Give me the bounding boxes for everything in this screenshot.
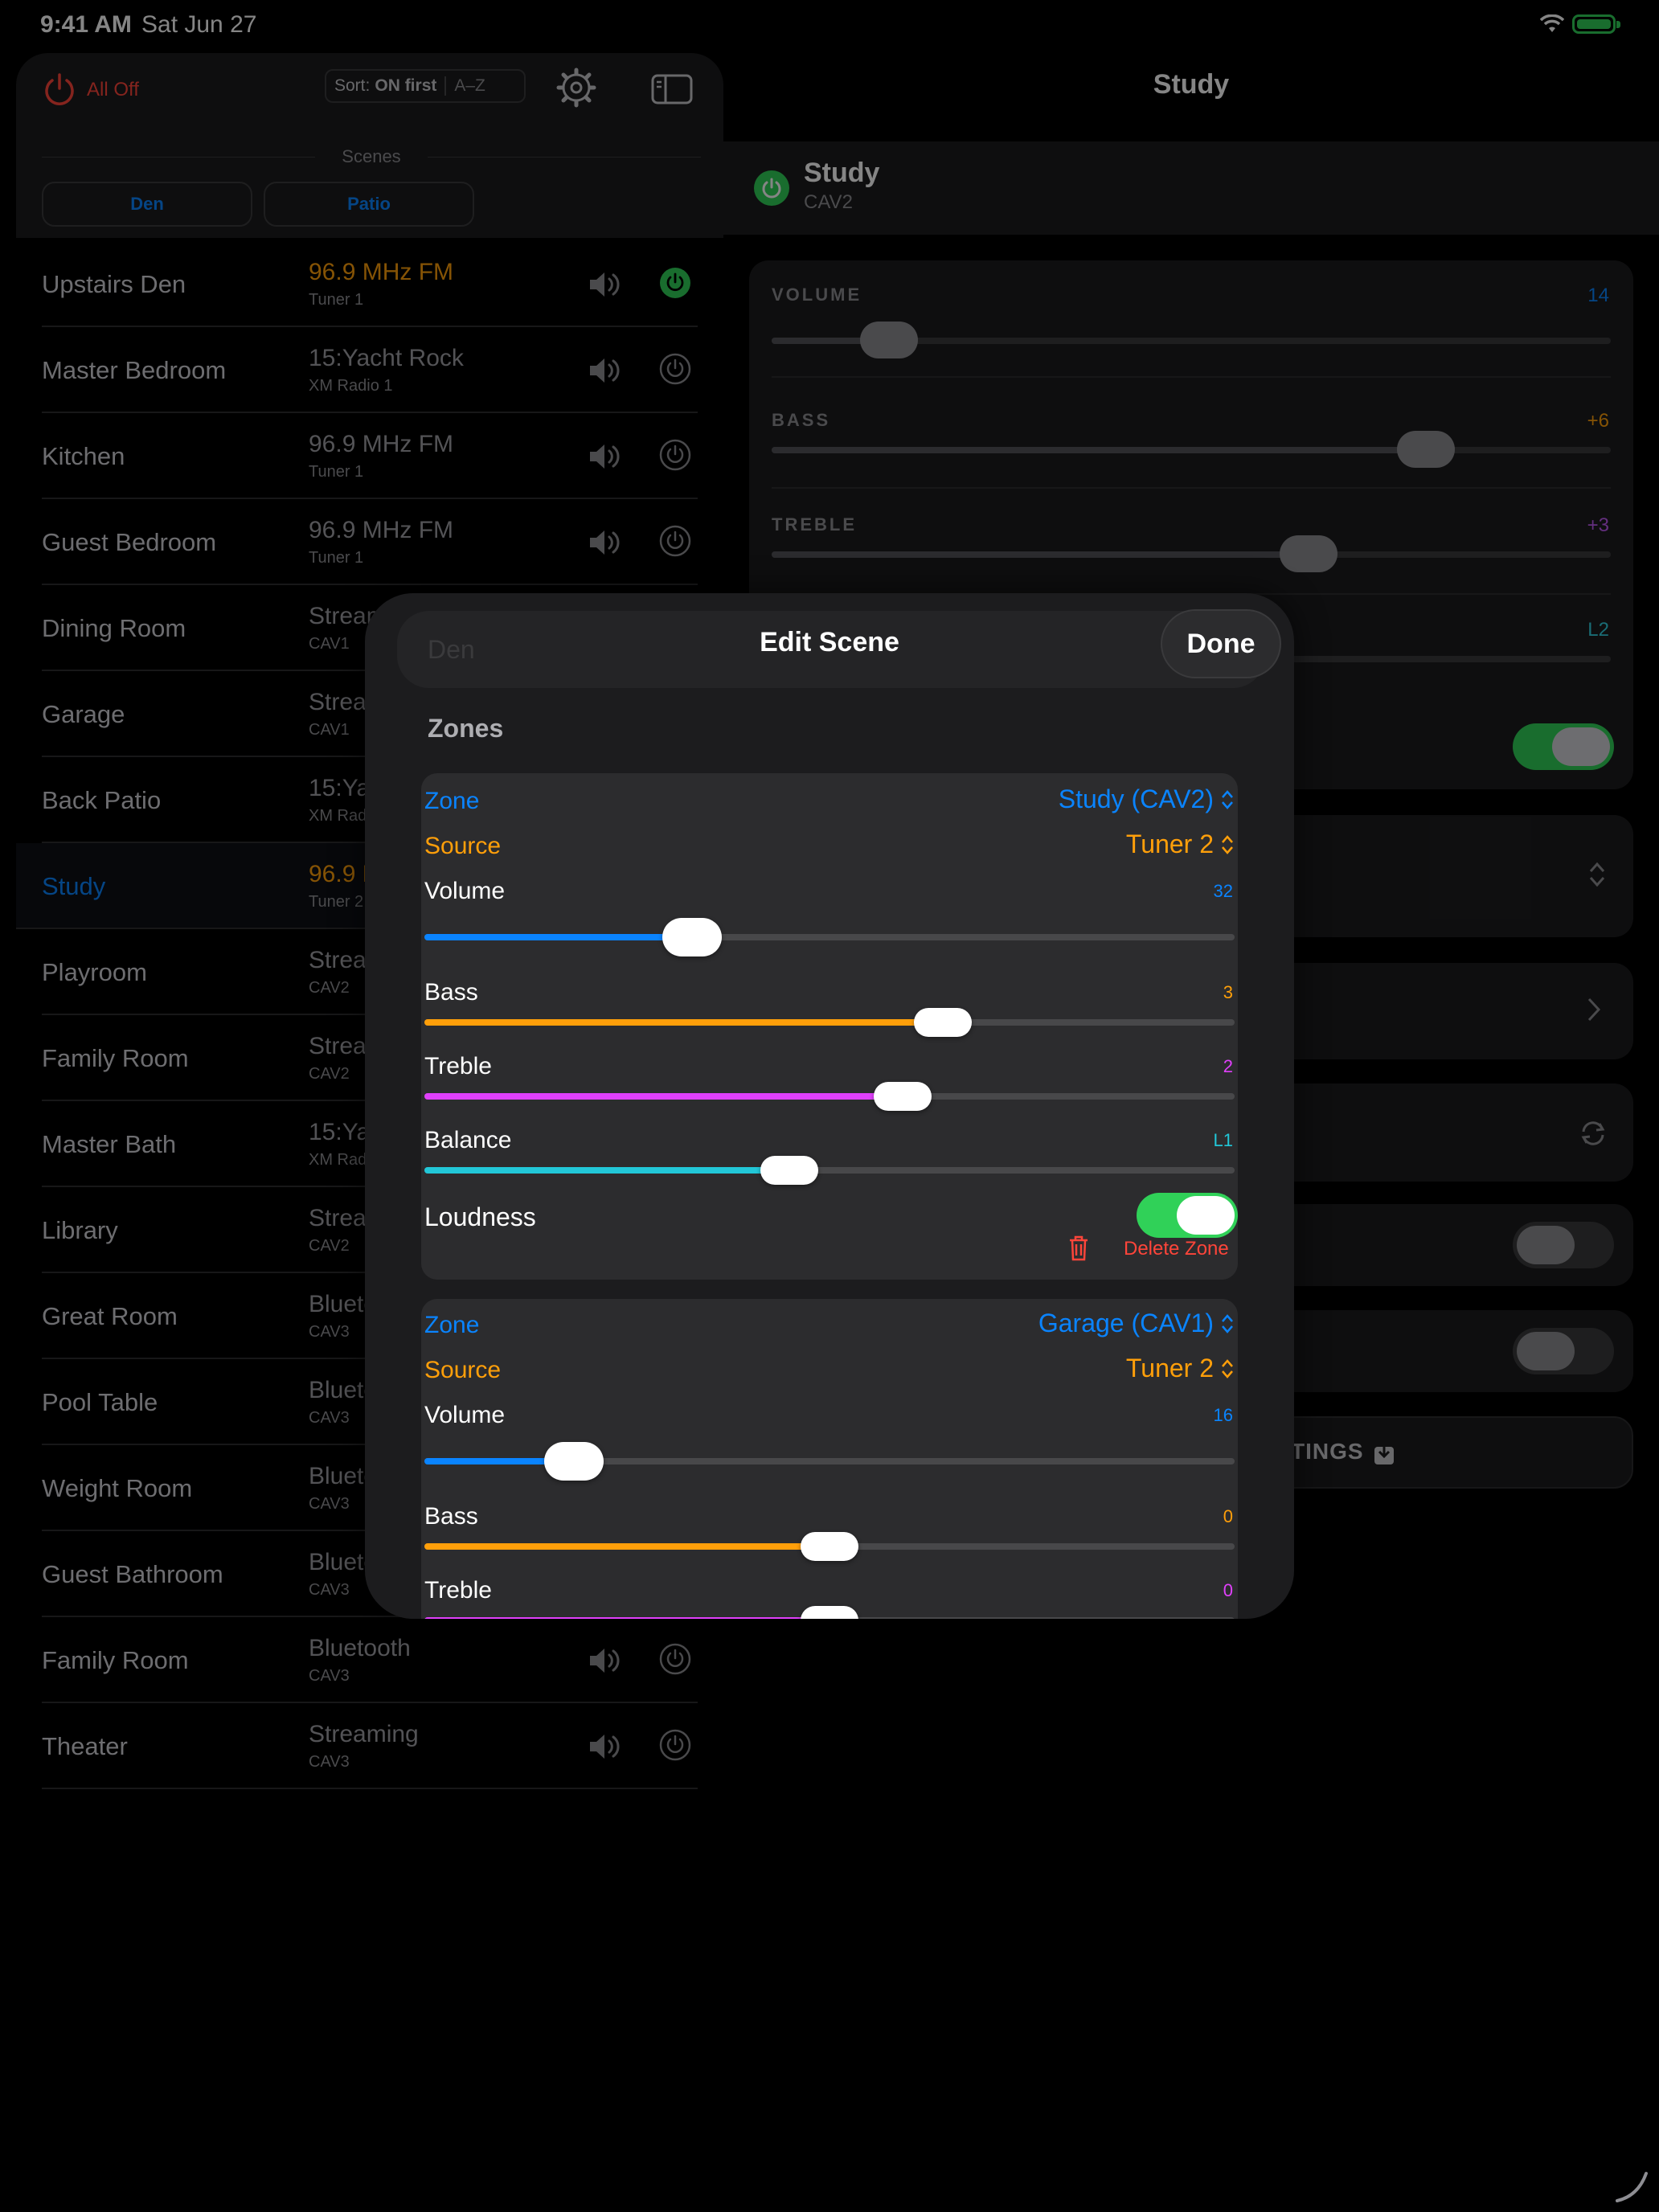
loudness-label: Loudness [424, 1202, 536, 1231]
volume-label: Volume [424, 878, 506, 904]
zone-picker-value: Garage (CAV1) [1038, 1309, 1214, 1337]
zone-picker-value: Study (CAV2) [1058, 784, 1214, 813]
chevron-up-down-icon [1222, 789, 1233, 809]
trash-icon[interactable] [1067, 1235, 1090, 1262]
balance-label: Balance [424, 1127, 512, 1153]
chevron-up-down-icon [1222, 1358, 1233, 1378]
source-label: Source [424, 833, 502, 859]
treble-fill [424, 1093, 903, 1100]
treble-value: 2 [1223, 1056, 1233, 1076]
treble-thumb[interactable] [801, 1606, 858, 1619]
source-picker[interactable]: Tuner 2 [1126, 1354, 1235, 1383]
source-label: Source [424, 1357, 502, 1383]
zone-picker[interactable]: Study (CAV2) [1059, 784, 1235, 814]
scroll-indicator [1616, 2172, 1648, 2202]
bass-fill [424, 1543, 830, 1550]
volume-label: Volume [424, 1402, 506, 1428]
bass-label: Bass [424, 1503, 478, 1530]
scene-zone-card: Zone Garage (CAV1) Source Tuner 2 Volume… [421, 1299, 1238, 1619]
treble-value: 0 [1223, 1580, 1233, 1600]
bass-slider[interactable] [424, 1008, 1235, 1037]
volume-thumb[interactable] [662, 918, 722, 956]
zone-label: Zone [424, 788, 480, 814]
bass-value: 0 [1223, 1506, 1233, 1526]
balance-value: L1 [1213, 1130, 1233, 1150]
treble-label: Treble [424, 1577, 492, 1604]
treble-slider[interactable] [424, 1606, 1235, 1619]
balance-slider[interactable] [424, 1156, 1235, 1185]
source-picker[interactable]: Tuner 2 [1126, 830, 1235, 859]
bass-fill [424, 1019, 944, 1026]
bass-slider[interactable] [424, 1532, 1235, 1561]
done-button[interactable]: Done [1161, 609, 1281, 678]
edit-scene-modal: Den Edit Scene Done Zones Zone Study (CA… [365, 593, 1294, 1619]
loudness-switch[interactable] [1137, 1193, 1238, 1238]
volume-fill [424, 934, 692, 940]
zone-picker[interactable]: Garage (CAV1) [1038, 1309, 1235, 1338]
treble-label: Treble [424, 1053, 492, 1079]
balance-thumb[interactable] [760, 1156, 818, 1185]
zones-heading: Zones [428, 714, 504, 743]
volume-slider[interactable] [424, 1442, 1235, 1481]
treble-fill [424, 1617, 830, 1619]
volume-slider[interactable] [424, 918, 1235, 956]
source-picker-value: Tuner 2 [1125, 830, 1214, 858]
volume-thumb[interactable] [544, 1442, 604, 1481]
bass-thumb[interactable] [914, 1008, 973, 1037]
balance-fill [424, 1167, 789, 1174]
treble-slider[interactable] [424, 1082, 1235, 1111]
scene-zone-card: Zone Study (CAV2) Source Tuner 2 Volume … [421, 773, 1238, 1280]
source-picker-value: Tuner 2 [1125, 1354, 1214, 1382]
bass-value: 3 [1223, 982, 1233, 1002]
delete-zone-button[interactable]: Delete Zone [1124, 1238, 1229, 1260]
volume-value: 16 [1213, 1405, 1233, 1425]
modal-title: Edit Scene [760, 627, 899, 657]
bass-label: Bass [424, 979, 478, 1006]
chevron-up-down-icon [1222, 834, 1233, 854]
chevron-up-down-icon [1222, 1313, 1233, 1333]
bass-thumb[interactable] [801, 1532, 858, 1561]
zone-label: Zone [424, 1312, 480, 1338]
treble-thumb[interactable] [873, 1082, 932, 1111]
volume-value: 32 [1213, 881, 1233, 901]
